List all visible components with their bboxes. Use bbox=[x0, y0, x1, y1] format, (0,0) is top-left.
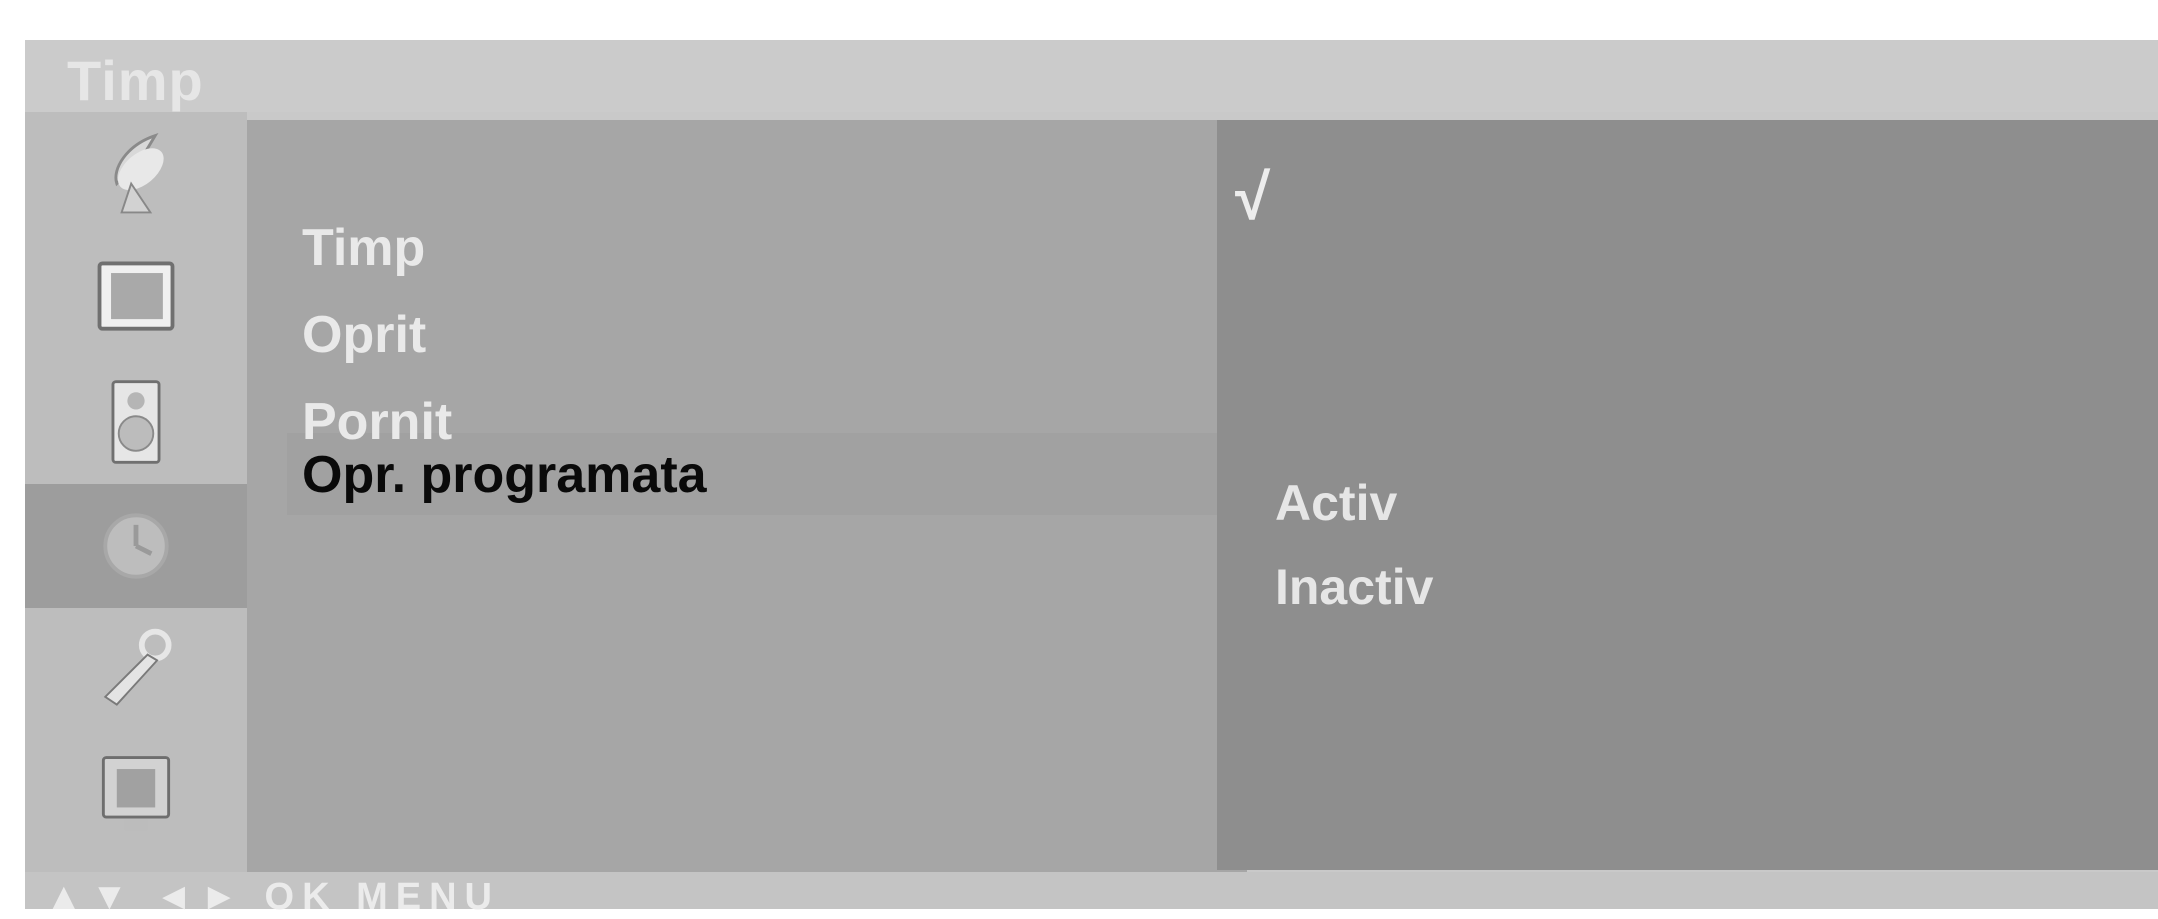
page-title: Timp bbox=[67, 49, 204, 112]
check-mark-icon: √ bbox=[1235, 161, 1271, 233]
category-time[interactable] bbox=[25, 484, 247, 608]
category-screen[interactable] bbox=[25, 732, 247, 856]
footer-hint-bar: ▲▼ ◄► OK MENU bbox=[25, 872, 2158, 918]
category-picture[interactable] bbox=[25, 236, 247, 360]
category-sound[interactable] bbox=[25, 360, 247, 484]
menu-item-off-time[interactable]: Oprit bbox=[302, 305, 426, 365]
input-monitor-icon bbox=[101, 756, 171, 831]
option-inactive[interactable]: Inactiv bbox=[1275, 558, 1433, 616]
menu-item-auto-sleep[interactable]: Opr. programata bbox=[302, 445, 707, 505]
wrench-icon bbox=[103, 628, 172, 706]
category-icon-column bbox=[25, 112, 247, 896]
category-special[interactable] bbox=[25, 608, 247, 732]
clock-icon bbox=[103, 513, 169, 579]
menu-item-time[interactable]: Timp bbox=[302, 218, 425, 278]
osd-menu-window: Timp Timp Oprit Pornit Opr. programata √… bbox=[25, 40, 2158, 918]
title-bar: Timp bbox=[25, 40, 2158, 112]
submenu-panel: √ Activ Inactiv bbox=[1217, 120, 2158, 870]
satellite-dish-icon bbox=[114, 132, 164, 214]
footer-navigation-hint: ▲▼ ◄► OK MENU bbox=[45, 876, 500, 918]
tv-screen-icon bbox=[97, 261, 175, 331]
option-active[interactable]: Activ bbox=[1275, 474, 1397, 532]
menu-panel: Timp Oprit Pornit Opr. programata bbox=[247, 120, 1247, 896]
category-station[interactable] bbox=[25, 112, 247, 236]
speaker-icon bbox=[111, 380, 161, 464]
menu-item-on-time[interactable]: Pornit bbox=[302, 392, 452, 452]
